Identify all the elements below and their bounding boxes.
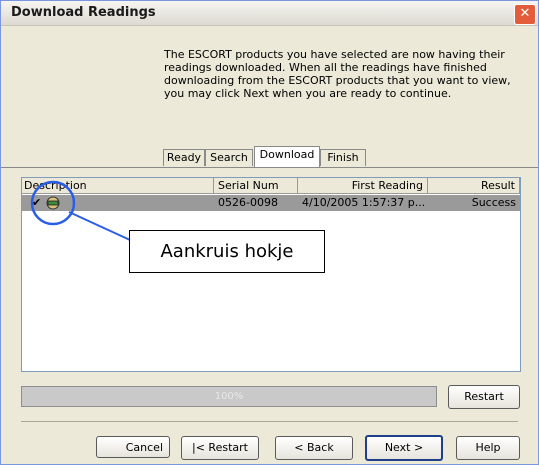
restart-button[interactable]: Restart: [448, 385, 520, 409]
progress-label: 100%: [214, 391, 244, 402]
download-progress: 100%: [21, 386, 437, 407]
help-button[interactable]: Help: [456, 436, 520, 460]
annotation-callout: Aankruis hokje: [129, 230, 325, 273]
next-button[interactable]: Next >: [365, 435, 443, 461]
highlight-circle: [30, 180, 76, 226]
tab-download[interactable]: Download: [254, 146, 320, 167]
footer-separator: [21, 421, 518, 422]
back-button[interactable]: < Back: [275, 436, 353, 460]
annotation-pointer: [68, 211, 131, 241]
cancel-button[interactable]: Cancel: [96, 436, 170, 458]
dialog-window: Download Readings ✕ The ESCORT products …: [0, 0, 539, 465]
restart-first-button[interactable]: |< Restart: [181, 436, 259, 460]
